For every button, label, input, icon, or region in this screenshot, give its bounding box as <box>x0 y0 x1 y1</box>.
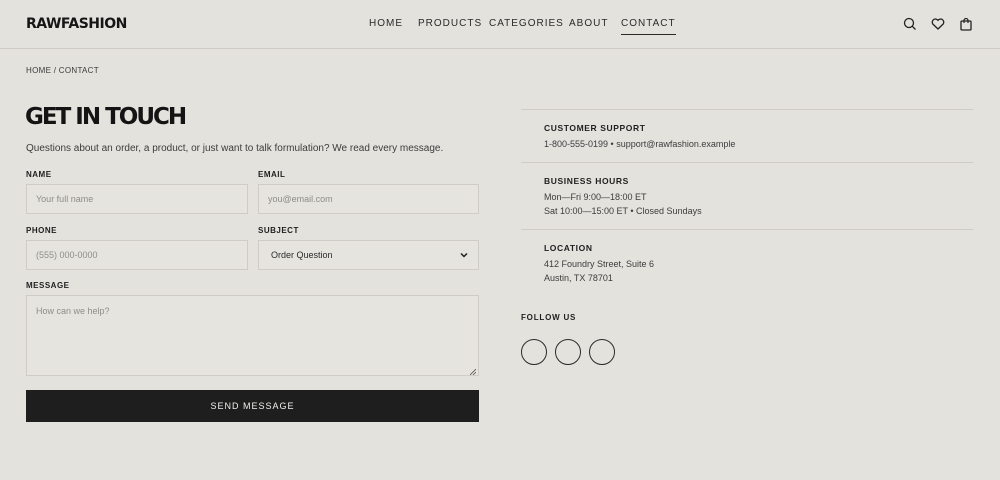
subject-select[interactable]: Order Question <box>258 240 479 270</box>
nav-products[interactable]: PRODUCTS <box>418 18 482 29</box>
chevron-down-icon <box>459 250 469 260</box>
send-message-button[interactable]: SEND MESSAGE <box>26 390 479 422</box>
subject-value: Order Question <box>271 250 333 260</box>
hours-heading: BUSINESS HOURS <box>544 176 629 186</box>
location-street: 412 Foundry Street, Suite 6 <box>544 259 655 269</box>
cart-icon[interactable] <box>958 16 974 32</box>
search-icon[interactable] <box>902 16 918 32</box>
subject-label: SUBJECT <box>258 226 299 235</box>
support-contact: 1-800-555-0199 • support@rawfashion.exam… <box>544 139 736 149</box>
nav-about[interactable]: ABOUT <box>569 18 608 29</box>
heart-icon[interactable] <box>930 16 946 32</box>
hours-weekday: Mon—Fri 9:00—18:00 ET <box>544 192 647 202</box>
social-link-3[interactable] <box>589 339 615 365</box>
phone-label: PHONE <box>26 226 57 235</box>
message-textarea[interactable]: How can we help? <box>26 295 479 376</box>
site-header: RAWFASHION HOME PRODUCTS CATEGORIES ABOU… <box>0 0 1000 49</box>
divider <box>521 162 973 163</box>
page-title: GET IN TOUCH <box>25 104 187 130</box>
support-heading: CUSTOMER SUPPORT <box>544 123 646 133</box>
follow-heading: FOLLOW US <box>521 313 577 322</box>
hours-weekend: Sat 10:00—15:00 ET • Closed Sundays <box>544 206 702 216</box>
email-input[interactable]: you@email.com <box>258 184 479 214</box>
location-city: Austin, TX 78701 <box>544 273 613 283</box>
email-label: EMAIL <box>258 170 286 179</box>
name-input[interactable]: Your full name <box>26 184 248 214</box>
breadcrumb: HOME / CONTACT <box>26 66 99 75</box>
main-nav: HOME PRODUCTS CATEGORIES ABOUT CONTACT <box>0 18 1000 38</box>
nav-home[interactable]: HOME <box>369 18 403 29</box>
social-link-2[interactable] <box>555 339 581 365</box>
divider <box>521 109 973 110</box>
resize-handle-icon[interactable] <box>469 367 477 376</box>
header-icons <box>902 16 974 34</box>
location-heading: LOCATION <box>544 243 593 253</box>
message-placeholder: How can we help? <box>36 306 110 316</box>
message-label: MESSAGE <box>26 281 70 290</box>
social-link-1[interactable] <box>521 339 547 365</box>
phone-input[interactable]: (555) 000-0000 <box>26 240 248 270</box>
nav-categories[interactable]: CATEGORIES <box>489 18 564 29</box>
name-label: NAME <box>26 170 52 179</box>
divider <box>521 229 973 230</box>
nav-contact[interactable]: CONTACT <box>621 18 676 35</box>
page-intro: Questions about an order, a product, or … <box>26 143 444 154</box>
